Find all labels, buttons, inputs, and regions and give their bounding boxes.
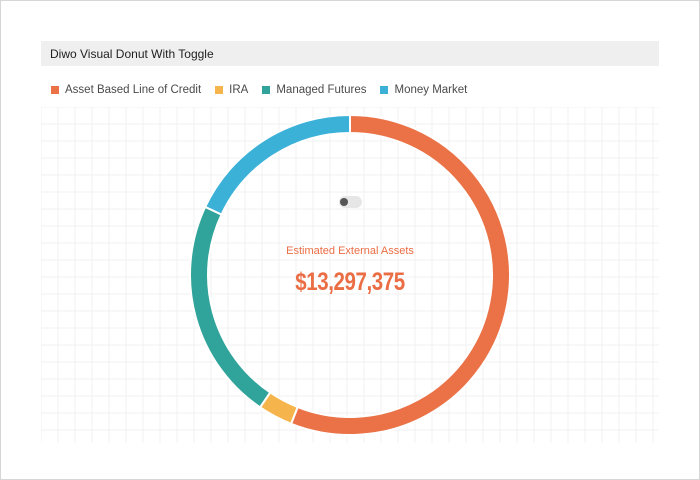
widget-header: Diwo Visual Donut With Toggle bbox=[41, 41, 659, 66]
legend-swatch bbox=[380, 86, 389, 94]
legend-label: Money Market bbox=[394, 84, 468, 96]
toggle-knob bbox=[340, 198, 348, 206]
chart-legend: Asset Based Line of Credit IRA Managed Fut… bbox=[51, 84, 481, 96]
legend-swatch bbox=[215, 86, 224, 94]
legend-swatch bbox=[262, 86, 271, 94]
center-label: Estimated External Assets bbox=[286, 245, 414, 257]
legend-item[interactable]: IRA bbox=[215, 84, 248, 96]
legend-label: Asset Based Line of Credit bbox=[65, 84, 202, 96]
legend-label: IRA bbox=[229, 84, 249, 96]
view-toggle[interactable] bbox=[339, 196, 362, 208]
donut-slice[interactable] bbox=[203, 113, 351, 216]
legend-label: Managed Futures bbox=[276, 84, 367, 96]
center-value: $13,297,375 bbox=[295, 268, 405, 296]
donut-slice[interactable] bbox=[189, 205, 272, 409]
legend-item[interactable]: Asset Based Line of Credit bbox=[51, 84, 201, 96]
legend-item[interactable]: Managed Futures bbox=[262, 84, 366, 96]
widget-title: Diwo Visual Donut With Toggle bbox=[50, 47, 214, 61]
legend-item[interactable]: Money Market bbox=[380, 84, 467, 96]
legend-swatch bbox=[51, 86, 59, 94]
